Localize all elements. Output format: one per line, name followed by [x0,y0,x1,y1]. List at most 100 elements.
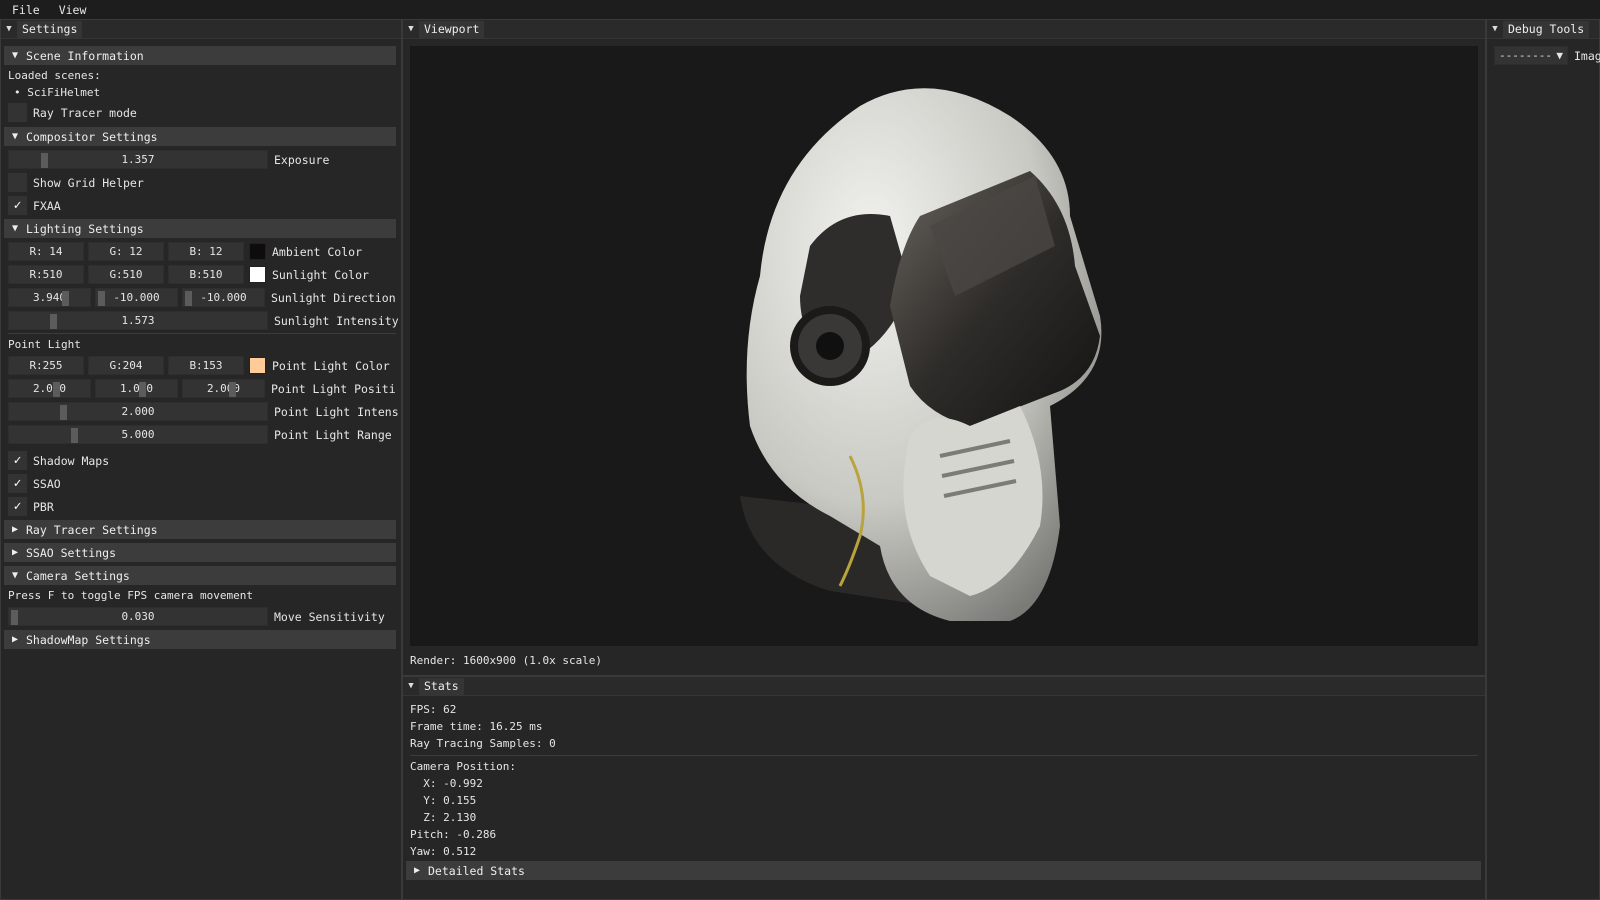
ray-tracer-mode-row: Ray Tracer mode [8,103,137,122]
exposure-slider[interactable]: 1.357 [8,150,268,169]
scene-information-header[interactable]: ▼ Scene Information [4,46,396,65]
render-info: Render: 1600x900 (1.0x scale) [410,654,603,667]
expanded-arrow-icon: ▼ [11,50,19,61]
slider-grab[interactable] [41,153,48,168]
ssao-row: ✓ SSAO [8,474,61,493]
ssao-settings-header[interactable]: ▶ SSAO Settings [4,543,396,562]
point-color-swatch[interactable] [249,357,266,374]
point-pos-z[interactable]: 2.000 [182,379,265,398]
camera-hint: Press F to toggle FPS camera movement [8,589,254,602]
fxaa-checkbox[interactable]: ✓ [8,196,27,215]
scene-list-item: • SciFiHelmet [14,86,101,99]
point-light-color-row: R:255 G:204 B:153 Point Light Color [8,356,390,375]
loaded-scenes-label: Loaded scenes: [8,69,101,82]
compositor-settings-header[interactable]: ▼ Compositor Settings [4,127,396,146]
expanded-arrow-icon: ▼ [11,223,19,234]
stats-tab-bar: ▼ Stats [403,677,1485,696]
scifi-helmet-render [740,88,1102,621]
sunlight-direction-row: 3.940 -10.000 -10.000 Sunlight Direction [8,288,396,307]
separator [410,755,1478,756]
ambient-color-swatch[interactable] [249,243,266,260]
debug-tools-panel: ▼ Debug Tools [1486,19,1600,900]
detailed-stats-header[interactable]: ▶ Detailed Stats [406,861,1481,880]
ray-tracer-mode-checkbox[interactable] [8,103,27,122]
shadow-maps-checkbox[interactable]: ✓ [8,451,27,470]
ambient-g-field[interactable]: G: 12 [88,242,164,261]
point-pos-y[interactable]: 1.000 [95,379,178,398]
render-viewport[interactable] [410,46,1478,646]
ambient-b-field[interactable]: B: 12 [168,242,244,261]
dropdown-arrow-icon: ▼ [1556,49,1563,62]
settings-tab-bar: ▼ Settings [1,20,401,39]
slider-grab[interactable] [11,610,18,625]
point-range-slider[interactable]: 5.000 [8,425,268,444]
debug-image-label: Imag [1574,48,1600,63]
debug-image-combo[interactable]: -------- ▼ [1494,46,1568,65]
collapsed-arrow-icon: ▶ [11,547,19,558]
collapsed-arrow-icon: ▶ [413,865,421,876]
grid-helper-row: Show Grid Helper [8,173,144,192]
collapse-icon[interactable]: ▼ [403,681,419,691]
point-pos-x[interactable]: 2.000 [8,379,91,398]
sunlight-dir-y[interactable]: -10.000 [95,288,178,307]
point-intensity-slider[interactable]: 2.000 [8,402,268,421]
bullet-icon: • [14,86,28,99]
tab-viewport[interactable]: Viewport [419,20,485,38]
sunlight-g-field[interactable]: G:510 [88,265,164,284]
point-r-field[interactable]: R:255 [8,356,84,375]
collapse-icon[interactable]: ▼ [1,24,17,34]
sunlight-color-swatch[interactable] [249,266,266,283]
collapsed-arrow-icon: ▶ [11,634,19,645]
sunlight-intensity-row: 1.573 Sunlight Intensity [8,311,399,330]
ray-tracing-samples-text: Ray Tracing Samples: 0 [410,737,556,750]
sunlight-intensity-slider[interactable]: 1.573 [8,311,268,330]
slider-grab[interactable] [71,428,78,443]
collapse-icon[interactable]: ▼ [1487,24,1503,34]
camera-x-text: X: -0.992 [410,777,483,790]
exposure-row: 1.357 Exposure [8,150,329,169]
tab-debug-tools[interactable]: Debug Tools [1503,20,1590,38]
lighting-settings-header[interactable]: ▼ Lighting Settings [4,219,396,238]
pitch-text: Pitch: -0.286 [410,828,497,841]
point-b-field[interactable]: B:153 [168,356,244,375]
slider-grab[interactable] [229,382,236,397]
collapse-icon[interactable]: ▼ [403,24,419,34]
ssao-checkbox[interactable]: ✓ [8,474,27,493]
move-sensitivity-slider[interactable]: 0.030 [8,607,268,626]
expanded-arrow-icon: ▼ [11,131,19,142]
fxaa-row: ✓ FXAA [8,196,61,215]
point-g-field[interactable]: G:204 [88,356,164,375]
camera-z-text: Z: 2.130 [410,811,477,824]
slider-grab[interactable] [53,382,60,397]
shadowmap-settings-header[interactable]: ▶ ShadowMap Settings [4,630,396,649]
slider-grab[interactable] [62,291,69,306]
camera-y-text: Y: 0.155 [410,794,477,807]
tab-settings[interactable]: Settings [17,20,83,38]
debug-tab-bar: ▼ Debug Tools [1487,20,1599,39]
camera-settings-header[interactable]: ▼ Camera Settings [4,566,396,585]
pbr-checkbox[interactable]: ✓ [8,497,27,516]
expanded-arrow-icon: ▼ [11,570,19,581]
sunlight-dir-z[interactable]: -10.000 [182,288,265,307]
slider-grab[interactable] [60,405,67,420]
frame-time-text: Frame time: 16.25 ms [410,720,543,733]
sunlight-dir-x[interactable]: 3.940 [8,288,91,307]
viewport-tab-bar: ▼ Viewport [403,20,1485,39]
show-grid-checkbox[interactable] [8,173,27,192]
sunlight-b-field[interactable]: B:510 [168,265,244,284]
separator [8,333,396,334]
ambient-r-field[interactable]: R: 14 [8,242,84,261]
exposure-label: Exposure [274,152,330,167]
sunlight-r-field[interactable]: R:510 [8,265,84,284]
menu-view[interactable]: View [47,3,94,17]
tab-stats[interactable]: Stats [419,677,464,695]
slider-grab[interactable] [185,291,192,306]
slider-grab[interactable] [139,382,146,397]
slider-grab[interactable] [50,314,57,329]
menu-bar: File View [0,0,1600,19]
point-light-position-row: 2.000 1.000 2.000 Point Light Positi [8,379,396,398]
ray-tracer-settings-header[interactable]: ▶ Ray Tracer Settings [4,520,396,539]
menu-file[interactable]: File [0,3,47,17]
point-light-intensity-row: 2.000 Point Light Intens [8,402,399,421]
slider-grab[interactable] [98,291,105,306]
